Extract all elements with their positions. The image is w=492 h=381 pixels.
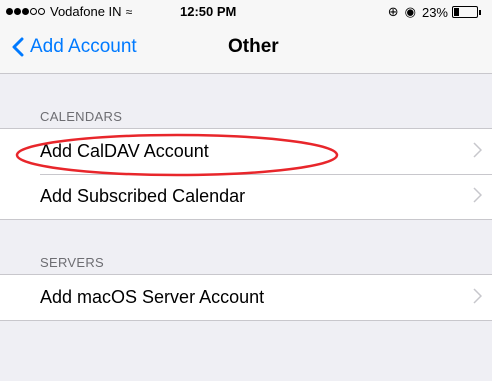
page-title: Other: [228, 36, 279, 57]
status-bar: Vodafone IN ≈ 12:50 PM ⊕ ◉ 23%: [0, 0, 492, 22]
list-item-label: Add macOS Server Account: [40, 287, 265, 307]
servers-group: Add macOS Server Account: [0, 274, 492, 321]
add-caldav-account-item[interactable]: Add CalDAV Account: [0, 129, 492, 174]
chevron-left-icon: [12, 37, 24, 57]
section-header-calendars: CALENDARS: [40, 109, 123, 124]
alarm-icon: ⊕: [387, 4, 399, 19]
battery-fill: [454, 8, 459, 16]
calendars-group: Add CalDAV Account Add Subscribed Calend…: [0, 128, 492, 220]
chevron-right-icon: [473, 142, 482, 158]
chevron-right-icon: [473, 288, 482, 304]
orientation-lock-icon: ◉: [404, 4, 416, 19]
signal-strength-icon: [6, 8, 46, 15]
status-right: ⊕ ◉ 23%: [387, 4, 481, 20]
back-button-label: Add Account: [30, 36, 137, 57]
list-item-label: Add CalDAV Account: [40, 141, 209, 161]
status-time: 12:50 PM: [180, 4, 237, 19]
carrier-name: Vodafone IN: [50, 4, 122, 19]
battery-percent: 23%: [421, 4, 448, 20]
status-left: Vodafone IN ≈: [6, 4, 132, 19]
back-button[interactable]: Add Account: [12, 36, 137, 58]
navigation-bar: Add Account Other: [0, 22, 492, 74]
battery-icon: [452, 6, 481, 18]
chevron-right-icon: [473, 187, 482, 203]
list-item-label: Add Subscribed Calendar: [40, 186, 246, 206]
wifi-icon: ≈: [125, 4, 133, 19]
settings-screen: Vodafone IN ≈ 12:50 PM ⊕ ◉ 23% Add Accou…: [0, 0, 492, 381]
add-subscribed-calendar-item[interactable]: Add Subscribed Calendar: [0, 174, 492, 219]
add-macos-server-account-item[interactable]: Add macOS Server Account: [0, 275, 492, 320]
section-header-servers: SERVERS: [40, 255, 104, 270]
